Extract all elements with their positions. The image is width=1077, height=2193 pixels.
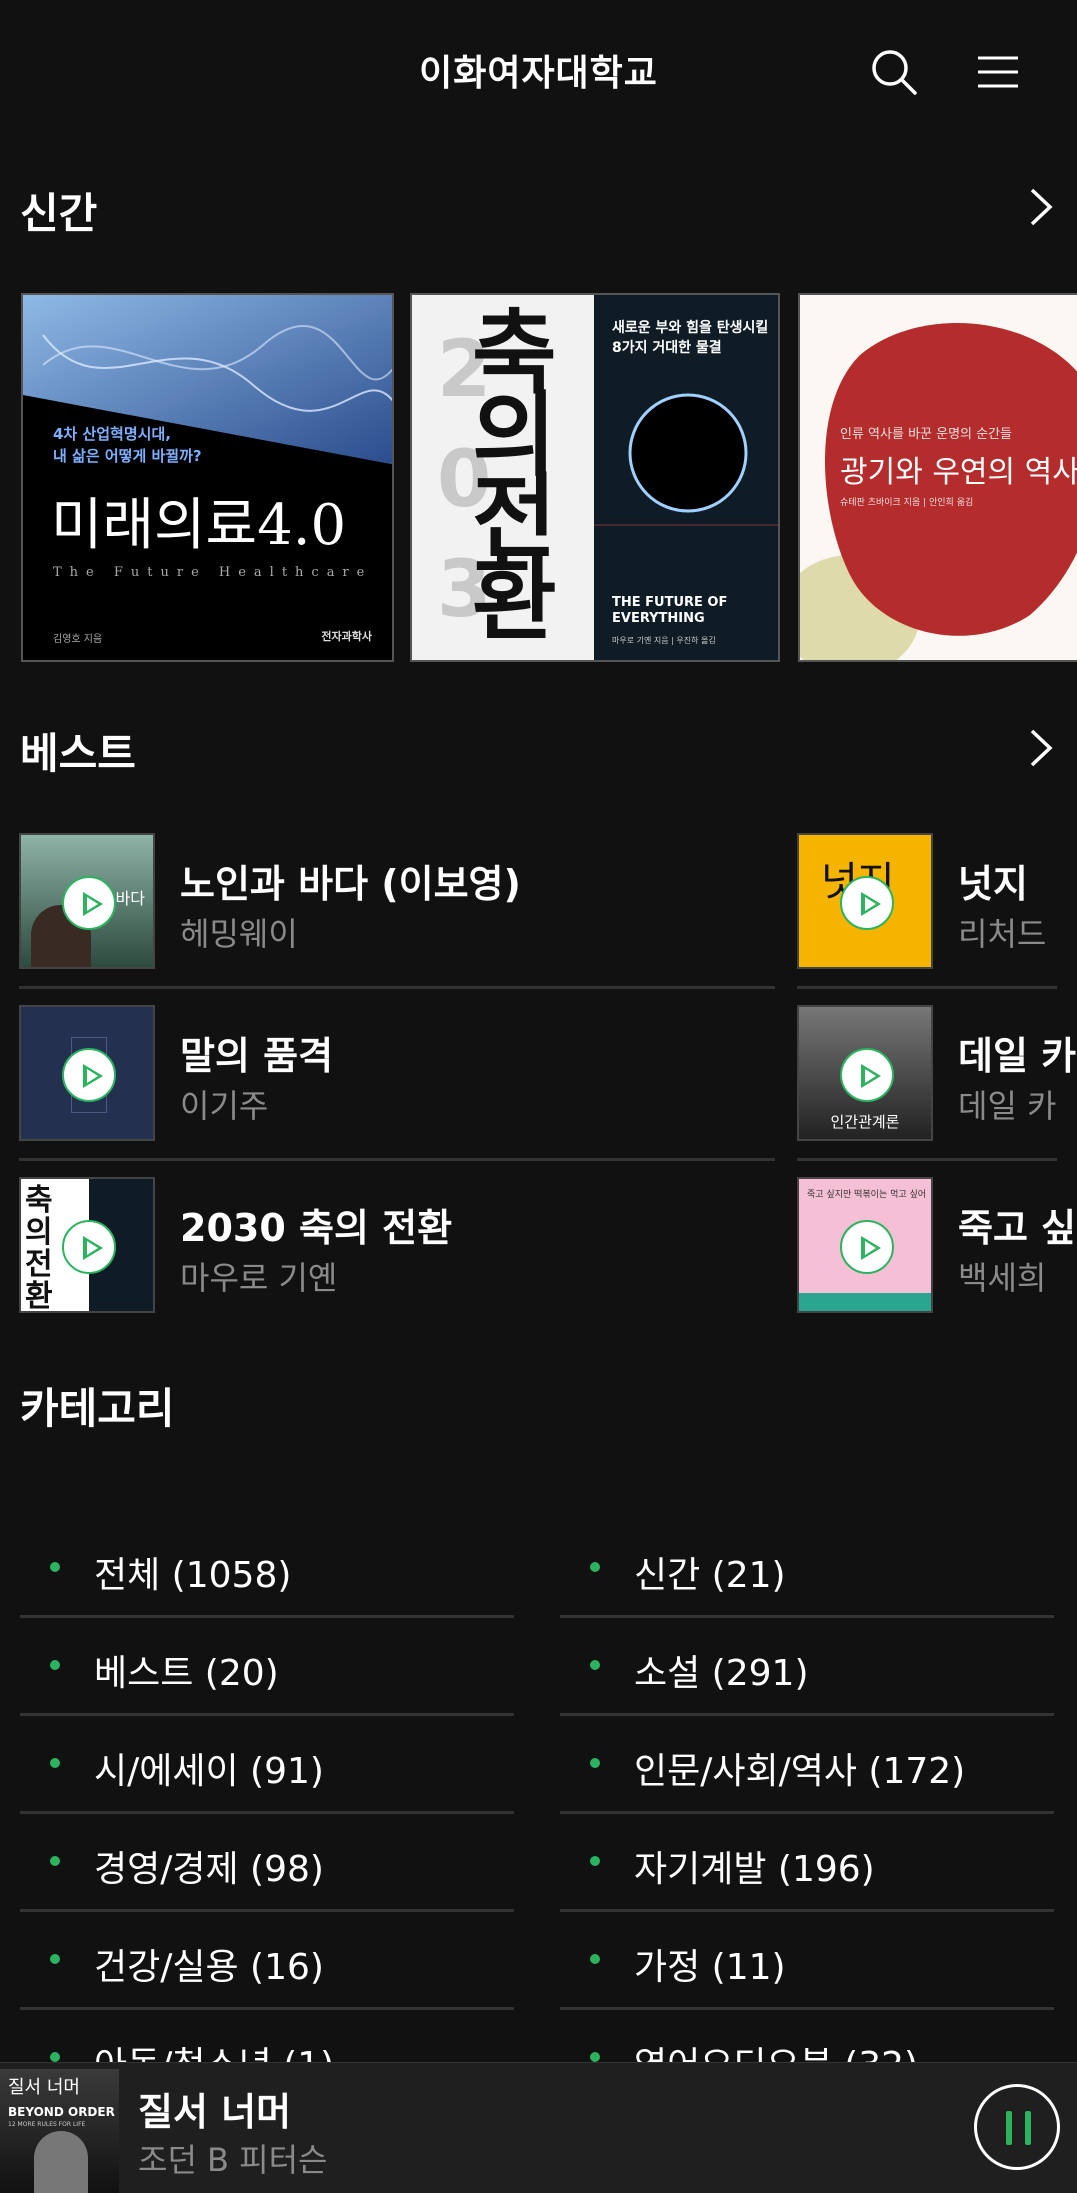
- book-thumbnail: 넛지: [797, 833, 933, 969]
- bullet-dot: [590, 1660, 600, 1670]
- book-thumbnail: 바다: [19, 833, 155, 969]
- play-icon[interactable]: [840, 1048, 894, 1102]
- divider: [797, 1158, 1057, 1161]
- category-item[interactable]: 베스트 (20): [20, 1618, 514, 1716]
- play-icon[interactable]: [840, 876, 894, 930]
- now-playing-title: 질서 너머: [138, 2090, 292, 2134]
- cover-text: 내 삶은 어떻게 바뀔까?: [53, 447, 202, 465]
- category-item[interactable]: 경영/경제 (98): [20, 1814, 514, 1912]
- play-icon[interactable]: [62, 876, 116, 930]
- cover-text: 김영호 지음: [53, 634, 103, 645]
- bullet-dot: [50, 1856, 60, 1866]
- list-item[interactable]: 죽고 싶지만 떡볶이는 먹고 싶어 죽고 싶 백세희: [797, 1177, 1077, 1349]
- cover-text: The Future Healthcare: [53, 565, 373, 580]
- list-item[interactable]: 축의전환 2030 축의 전환 마우로 기옌: [19, 1177, 775, 1349]
- play-icon[interactable]: [840, 1220, 894, 1274]
- book-title: 넛지: [958, 862, 1028, 906]
- pause-icon[interactable]: [974, 2084, 1060, 2170]
- book-author: 백세희: [958, 1259, 1047, 1297]
- bullet-dot: [50, 2052, 60, 2062]
- category-item[interactable]: 인문/사회/역사 (172): [560, 1716, 1054, 1814]
- book-cover-2030[interactable]: 2030 축의전환 새로운 부와 힘을 탄생시킬 8가지 거대한 물결 THE …: [410, 293, 780, 662]
- play-icon[interactable]: [62, 1220, 116, 1274]
- list-item[interactable]: 바다 노인과 바다 (이보영) 헤밍웨이: [19, 833, 775, 1005]
- book-title: 말의 품격: [180, 1034, 334, 1078]
- bullet-dot: [50, 1562, 60, 1572]
- cover-text: THE FUTURE OF: [612, 595, 728, 610]
- book-thumbnail: 축의전환: [19, 1177, 155, 1313]
- category-item[interactable]: 신간 (21): [560, 1520, 1054, 1618]
- cover-text: 전자과학사: [321, 630, 372, 643]
- bullet-dot: [590, 2052, 600, 2062]
- book-title: 2030 축의 전환: [180, 1206, 453, 1250]
- cover-title: 광기와 우연의 역사: [840, 455, 1077, 490]
- book-title: 노인과 바다 (이보영): [180, 862, 521, 906]
- app-header: 이화여자대학교: [0, 0, 1077, 145]
- category-item[interactable]: 건강/실용 (16): [20, 1912, 514, 2010]
- search-icon[interactable]: [868, 46, 920, 98]
- list-item[interactable]: 넛지 넛지 리처드: [797, 833, 1077, 1005]
- book-thumbnail: 죽고 싶지만 떡볶이는 먹고 싶어: [797, 1177, 933, 1313]
- book-author: 리처드: [958, 915, 1047, 953]
- list-item[interactable]: 인간관계론 데일 카 데일 카: [797, 1005, 1077, 1177]
- bullet-dot: [50, 1954, 60, 1964]
- bullet-dot: [50, 1758, 60, 1768]
- cover-year: 2030: [437, 325, 492, 660]
- book-title: 데일 카: [958, 1034, 1077, 1078]
- book-author: 데일 카: [958, 1087, 1057, 1125]
- chevron-right-icon[interactable]: [1022, 723, 1058, 773]
- section-title-category: 카테고리: [20, 1384, 175, 1433]
- category-item[interactable]: 자기계발 (196): [560, 1814, 1054, 1912]
- category-item[interactable]: 소설 (291): [560, 1618, 1054, 1716]
- book-thumbnail: 인간관계론: [797, 1005, 933, 1141]
- book-author: 헤밍웨이: [180, 915, 298, 953]
- section-title-best: 베스트: [20, 729, 136, 778]
- cover-text: 8가지 거대한 물결: [612, 340, 722, 356]
- play-icon[interactable]: [62, 1048, 116, 1102]
- divider: [19, 986, 775, 989]
- cover-text: 슈테판 츠바이크 지음 | 안인희 옮김: [840, 498, 974, 508]
- category-item[interactable]: 가정 (11): [560, 1912, 1054, 2010]
- menu-icon[interactable]: [972, 46, 1024, 98]
- book-cover-madness-history[interactable]: 인류 역사를 바꾼 운명의 순간들 광기와 우연의 역사 슈테판 츠바이크 지음…: [798, 293, 1077, 662]
- bullet-dot: [50, 1660, 60, 1670]
- cover-title: 축의전환: [472, 300, 557, 653]
- book-title: 죽고 싶: [958, 1206, 1077, 1250]
- cover-text: 마우로 기옌 지음 | 우진하 옮김: [612, 636, 716, 645]
- section-title-new: 신간: [20, 189, 98, 238]
- book-author: 마우로 기옌: [180, 1259, 338, 1297]
- cover-text: 새로운 부와 힘을 탄생시킬: [612, 320, 769, 336]
- book-cover-future-healthcare[interactable]: 4차 산업혁명시대, 내 삶은 어떻게 바뀔까? 미래의료4.0 The Fut…: [21, 293, 394, 662]
- bullet-dot: [590, 1562, 600, 1572]
- bullet-dot: [590, 1758, 600, 1768]
- cover-title: 미래의료4.0: [51, 493, 347, 558]
- category-item[interactable]: 전체 (1058): [20, 1520, 514, 1618]
- book-thumbnail: [19, 1005, 155, 1141]
- divider: [19, 1158, 775, 1161]
- list-item[interactable]: 말의 품격 이기주: [19, 1005, 775, 1177]
- bullet-dot: [590, 1954, 600, 1964]
- divider: [797, 986, 1057, 989]
- cover-text: 인류 역사를 바꾼 운명의 순간들: [840, 427, 1013, 442]
- bullet-dot: [590, 1856, 600, 1866]
- book-author: 이기주: [180, 1087, 269, 1125]
- now-playing-artist: 조던 B 피터슨: [138, 2141, 328, 2179]
- chevron-right-icon[interactable]: [1022, 182, 1058, 232]
- cover-text: 4차 산업혁명시대,: [53, 425, 171, 443]
- category-item[interactable]: 시/에세이 (91): [20, 1716, 514, 1814]
- cover-text: EVERYTHING: [612, 611, 705, 626]
- mini-player[interactable]: 질서 너머 BEYOND ORDER 12 MORE RULES FOR LIF…: [0, 2062, 1077, 2193]
- now-playing-cover: 질서 너머 BEYOND ORDER 12 MORE RULES FOR LIF…: [0, 2069, 119, 2193]
